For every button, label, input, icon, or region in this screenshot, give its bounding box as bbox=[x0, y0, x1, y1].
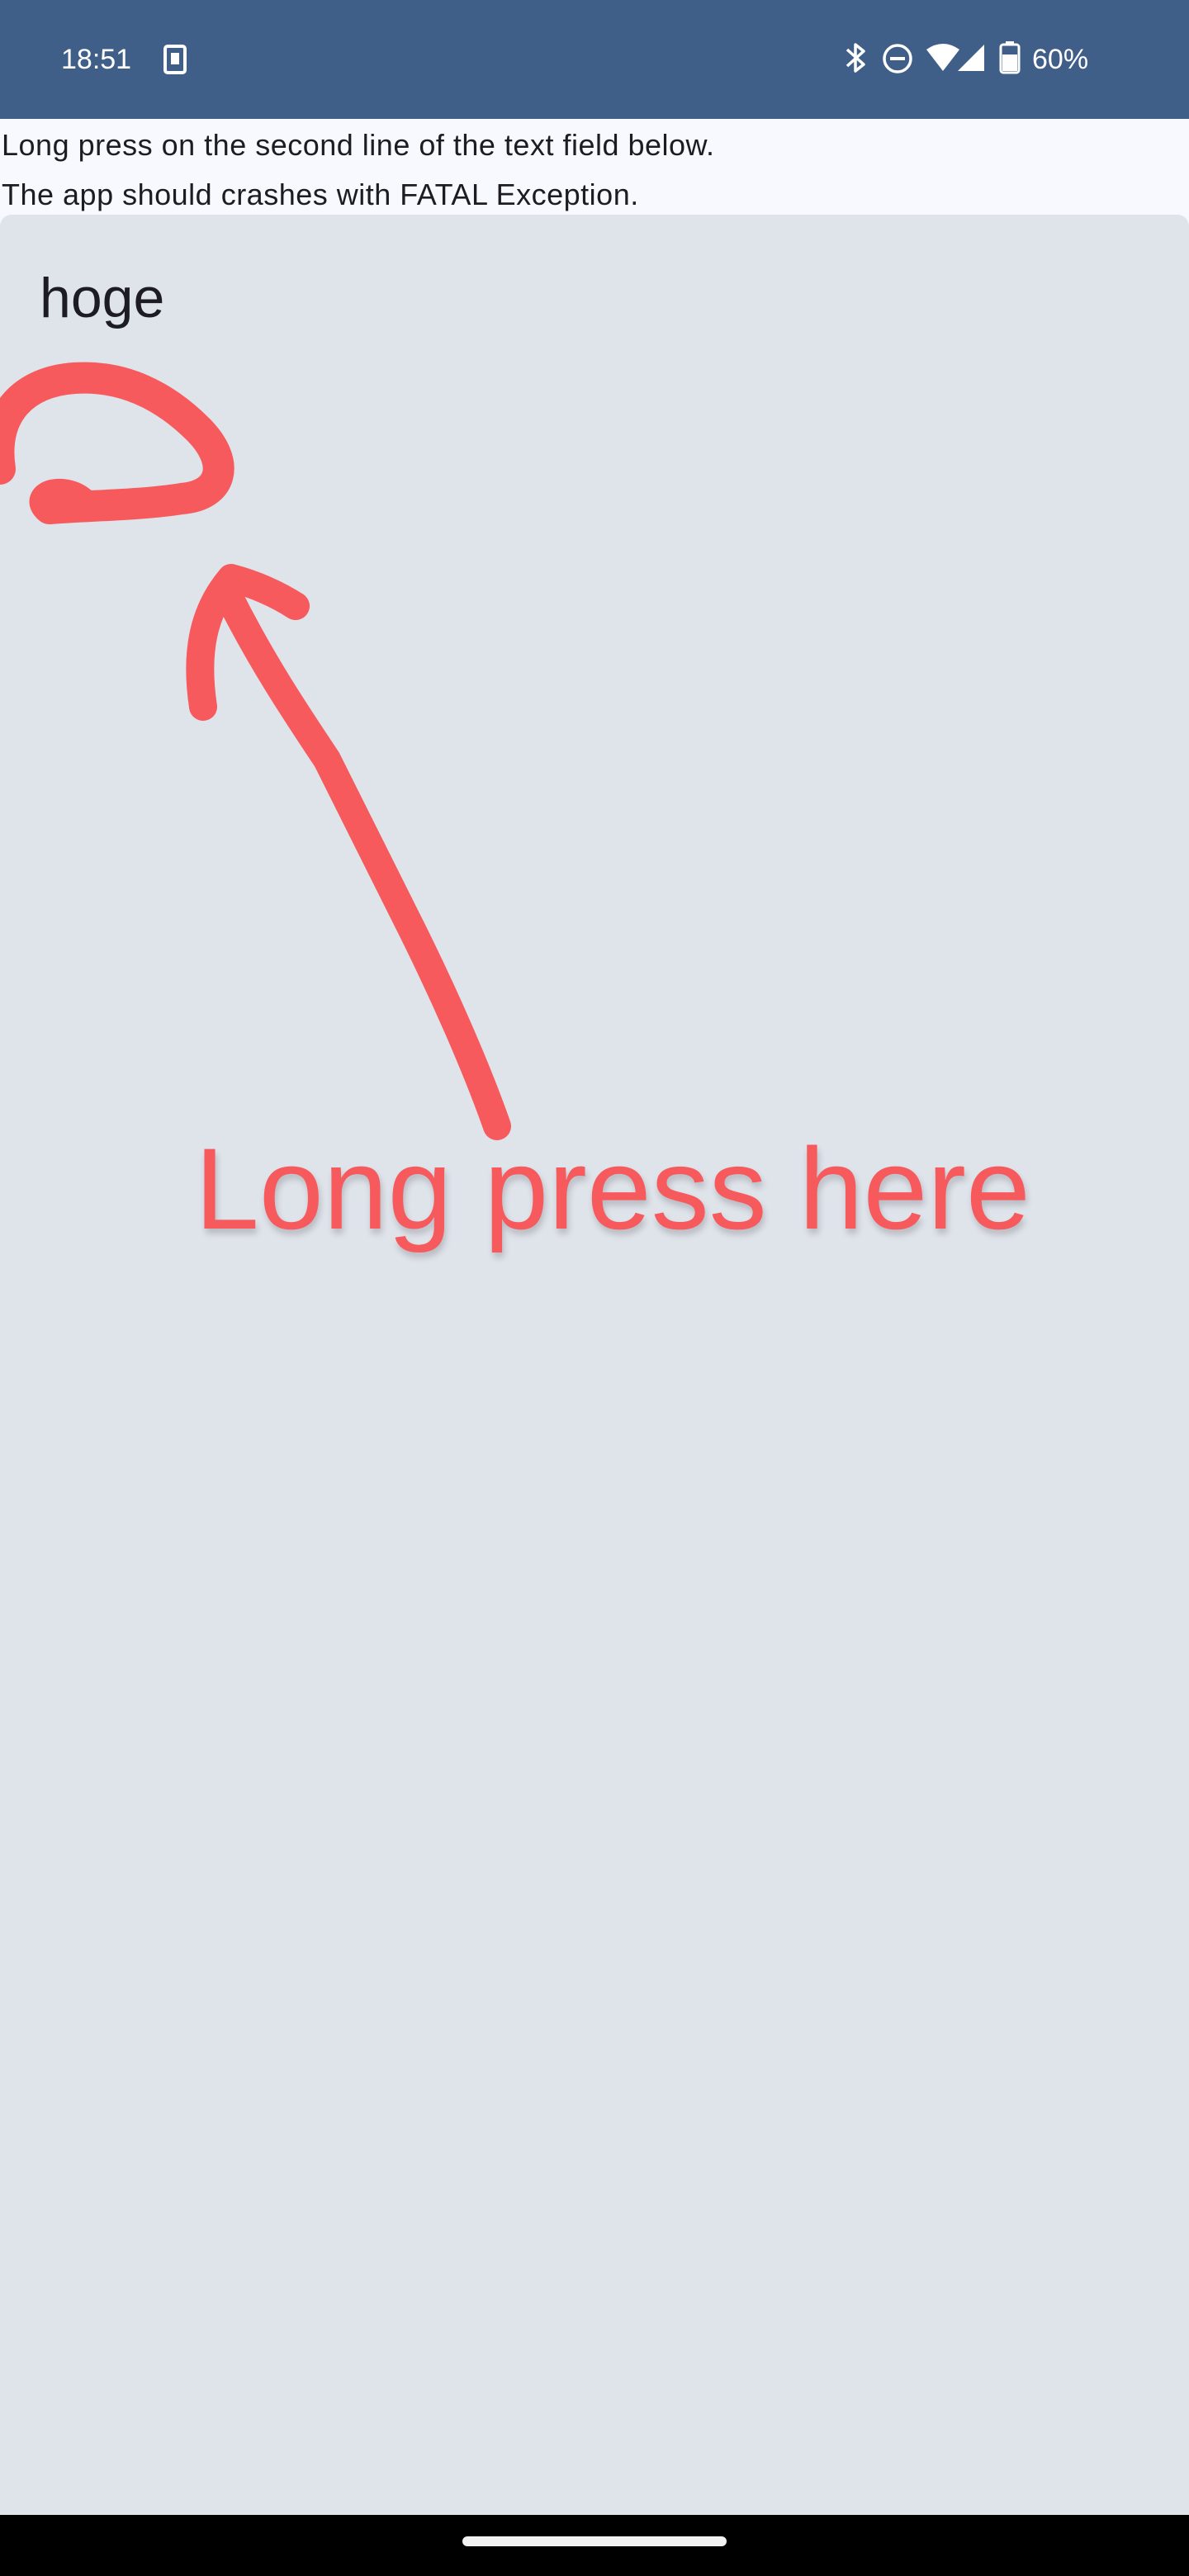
instruction-line-1: Long press on the second line of the tex… bbox=[2, 128, 715, 162]
battery-icon bbox=[999, 41, 1021, 78]
multiline-text-field[interactable]: hoge bbox=[0, 215, 1189, 2515]
status-time: 18:51 bbox=[61, 44, 132, 75]
instruction-line-2: The app should crashes with FATAL Except… bbox=[2, 178, 639, 211]
do-not-disturb-icon bbox=[882, 43, 913, 78]
navigation-bar bbox=[0, 2515, 1189, 2576]
annotation-label: Long press here bbox=[195, 1124, 1030, 1253]
bluetooth-icon bbox=[842, 41, 869, 78]
battery-percentage: 60% bbox=[1032, 44, 1089, 75]
instructions: Long press on the second line of the tex… bbox=[0, 119, 1189, 215]
text-field-value[interactable]: hoge bbox=[40, 261, 164, 335]
notification-app-icon bbox=[163, 45, 187, 78]
home-gesture-handle[interactable] bbox=[462, 2536, 727, 2546]
status-bar: 18:51 60% bbox=[0, 0, 1189, 119]
cell-signal-icon bbox=[956, 43, 986, 77]
